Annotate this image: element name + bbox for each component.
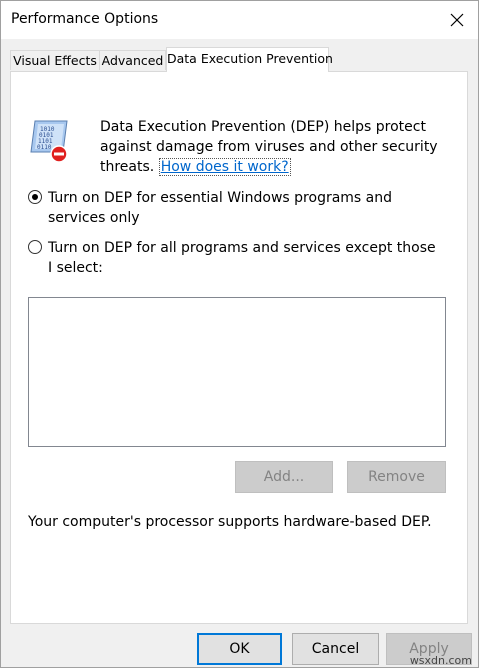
radio-button-selected[interactable] (28, 190, 42, 204)
close-icon[interactable] (446, 9, 468, 31)
cancel-button[interactable]: Cancel (292, 633, 379, 665)
exceptions-listbox[interactable] (28, 297, 446, 447)
radio-all-label: Turn on DEP for all programs and service… (48, 240, 436, 276)
add-button[interactable]: Add... (235, 461, 333, 493)
remove-button[interactable]: Remove (347, 461, 446, 493)
dep-shield-icon: 1010 0101 1101 0110 (27, 118, 73, 164)
ok-button[interactable]: OK (197, 633, 282, 665)
svg-text:0110: 0110 (37, 144, 52, 151)
radio-essential-label: Turn on DEP for essential Windows progra… (48, 190, 393, 226)
how-does-it-work-link[interactable]: How does it work? (158, 158, 291, 176)
radio-button-unselected[interactable] (28, 240, 42, 254)
dep-description: Data Execution Prevention (DEP) helps pr… (100, 117, 440, 177)
processor-status-text: Your computer's processor supports hardw… (28, 514, 432, 530)
tab-visual-effects[interactable]: Visual Effects (10, 50, 100, 70)
tab-advanced[interactable]: Advanced (99, 50, 166, 70)
tab-data-execution-prevention[interactable]: Data Execution Prevention (166, 47, 333, 72)
dep-tab-panel: 1010 0101 1101 0110 Data Execution Preve… (10, 71, 468, 624)
window-title: Performance Options (11, 11, 159, 27)
watermark: wsxdn.com (409, 654, 472, 667)
title-bar: Performance Options (1, 1, 478, 39)
performance-options-window: Performance Options Visual Effects Advan… (0, 0, 479, 668)
